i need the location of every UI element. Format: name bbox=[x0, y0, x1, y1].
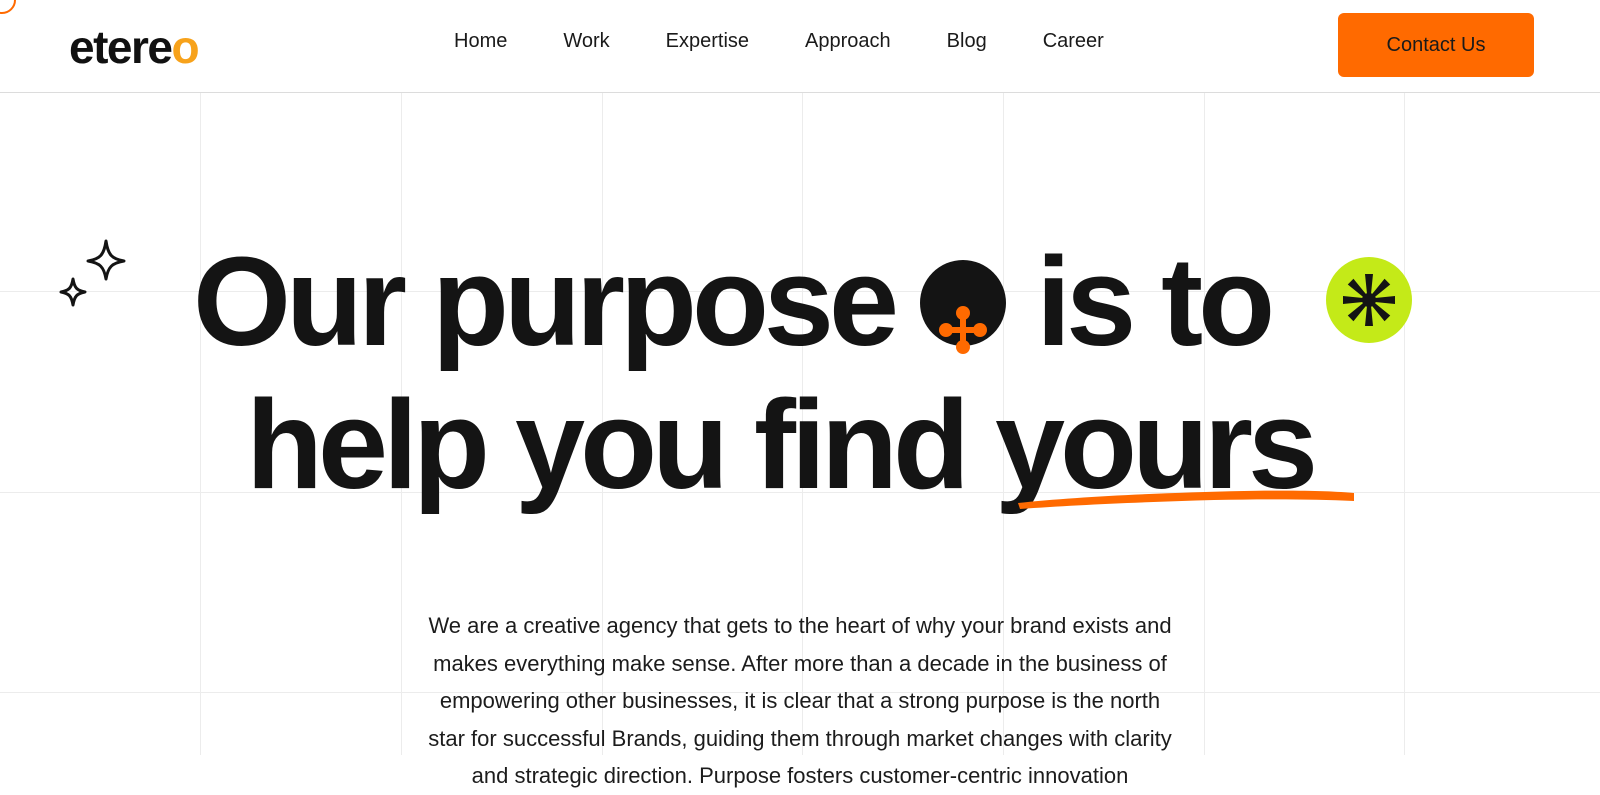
nav-approach[interactable]: Approach bbox=[805, 28, 891, 54]
nav-home[interactable]: Home bbox=[454, 28, 507, 54]
nav-expertise[interactable]: Expertise bbox=[666, 28, 749, 54]
hero-heading-line-1: Our purpose is to bbox=[193, 231, 1275, 372]
hero-heading-part-3: help you find bbox=[246, 374, 995, 515]
nav-blog[interactable]: Blog bbox=[947, 28, 987, 54]
nav-career[interactable]: Career bbox=[1043, 28, 1104, 54]
dots-cross-icon bbox=[920, 260, 1007, 354]
nav-work[interactable]: Work bbox=[563, 28, 609, 54]
hero-heading-part-2: is to bbox=[1036, 231, 1275, 372]
main-nav: Home Work Expertise Approach Blog Career bbox=[454, 28, 1160, 54]
brush-underline bbox=[1018, 490, 1354, 509]
hero-description: We are a creative agency that gets to th… bbox=[428, 613, 1172, 788]
sparkle-icon bbox=[59, 239, 126, 307]
ring-icon bbox=[0, 0, 16, 14]
contact-us-button[interactable]: Contact Us bbox=[1338, 13, 1534, 77]
hero-heading-part-1: Our purpose bbox=[193, 231, 899, 372]
logo[interactable]: etereo bbox=[69, 19, 200, 75]
site-header: etereo Home Work Expertise Approach Blog… bbox=[0, 0, 1600, 93]
asterisk-burst-icon bbox=[1326, 257, 1412, 343]
